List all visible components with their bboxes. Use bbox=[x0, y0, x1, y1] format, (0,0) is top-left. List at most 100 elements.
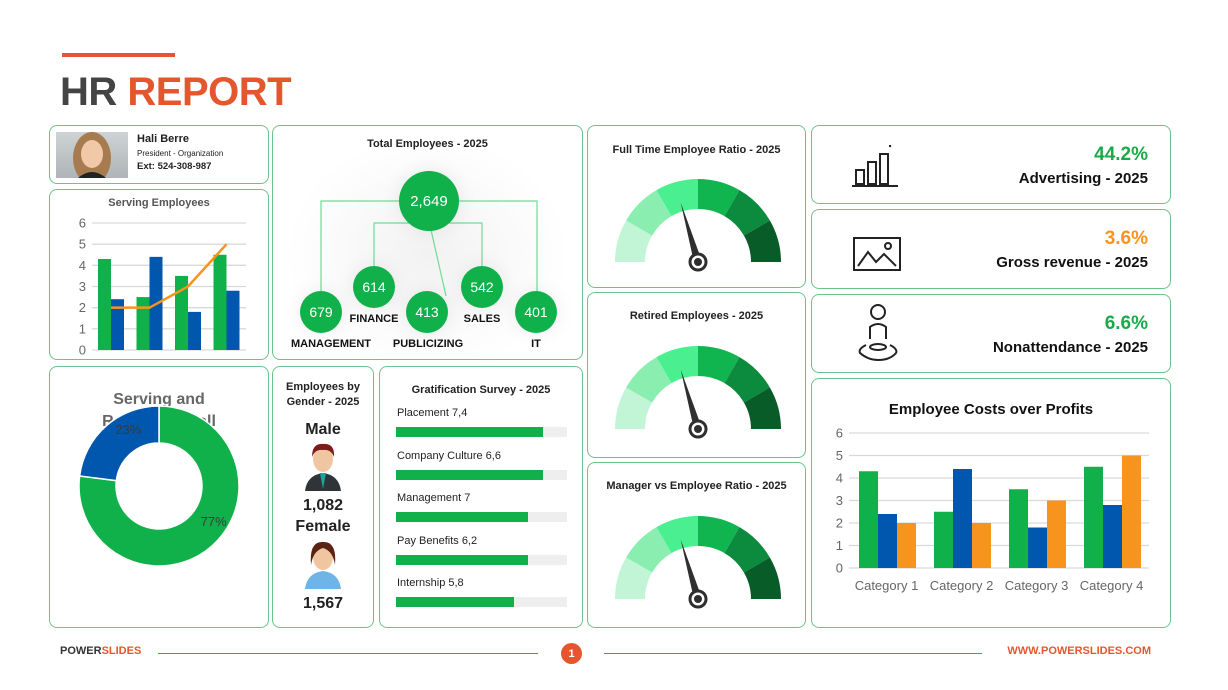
female-avatar-icon bbox=[305, 541, 341, 589]
title-report: REPORT bbox=[127, 70, 292, 114]
employee-costs-chart: 0 1 2 3 4 5 6 Category 1 Category 2 Category 3 Cat… bbox=[836, 426, 1149, 593]
y-tick-label: 1 bbox=[836, 538, 843, 553]
bar-chart-icon bbox=[852, 145, 898, 187]
dept-node-publicizing: 413 bbox=[406, 291, 448, 333]
survey-item-fill bbox=[396, 554, 528, 565]
dept-node-it: 401 bbox=[515, 291, 557, 333]
profile-photo bbox=[56, 132, 128, 178]
survey-item-label: Placement 7,4 bbox=[397, 407, 468, 419]
kpi-value: 3.6% bbox=[1104, 228, 1148, 249]
gender-card: Employees by Gender - 2025 Male 1,082 Fe… bbox=[272, 366, 374, 628]
survey-item-label: Internship 5,8 bbox=[397, 577, 464, 589]
bar bbox=[1084, 466, 1103, 568]
y-tick-label: 4 bbox=[79, 258, 86, 273]
survey-item-track bbox=[396, 597, 567, 607]
dept-label-publicizing: PUBLICIZING bbox=[392, 338, 464, 350]
y-tick-label: 1 bbox=[79, 321, 86, 336]
donut-label: 23% bbox=[115, 422, 141, 437]
kpi-value: 6.6% bbox=[1104, 313, 1148, 334]
gender-title-line2: Gender - 2025 bbox=[286, 396, 360, 408]
image-icon bbox=[853, 237, 901, 271]
kpi-gross-revenue: 3.6% Gross revenue - 2025 bbox=[811, 209, 1171, 289]
y-tick-label: 3 bbox=[79, 279, 86, 294]
title-hr: HR bbox=[60, 70, 117, 114]
employee-costs-card: Employee Costs over Profits 0 1 2 3 4 5 6 Categ… bbox=[811, 378, 1171, 628]
dept-node-management: 679 bbox=[300, 291, 342, 333]
male-label: Male bbox=[305, 421, 341, 438]
bar bbox=[1028, 527, 1047, 568]
survey-item-label: Management 7 bbox=[397, 492, 471, 504]
gauge-full-time bbox=[615, 179, 781, 272]
bar bbox=[213, 254, 227, 350]
kpi-label: Nonattendance - 2025 bbox=[992, 339, 1148, 356]
bar bbox=[934, 511, 953, 568]
y-tick-label: 0 bbox=[836, 561, 843, 576]
gauge-pivot bbox=[694, 595, 702, 603]
kpi-label: Gross revenue - 2025 bbox=[996, 254, 1148, 271]
gauge-pivot bbox=[694, 425, 702, 433]
donut-slice bbox=[78, 405, 160, 482]
gauge-retired bbox=[615, 346, 781, 439]
x-tick-label: Category 2 bbox=[930, 578, 994, 593]
profile-card: Hali Berre President - Organization Ext:… bbox=[49, 125, 269, 184]
bar bbox=[897, 523, 916, 568]
kpi-value: 44.2% bbox=[1094, 144, 1148, 165]
y-tick-label: 4 bbox=[836, 471, 843, 486]
gratification-survey-card: Gratification Survey - 2025 Placement 7,… bbox=[379, 366, 583, 628]
gender-title-line1: Employees by bbox=[286, 381, 360, 393]
profile-role: President - Organization bbox=[137, 149, 224, 158]
survey-item-track bbox=[396, 512, 567, 522]
serving-employees-card: Serving Employees 0123456 bbox=[49, 189, 269, 360]
total-node: 2,649 bbox=[399, 171, 459, 231]
gauge-card-manager: Manager vs Employee Ratio - 2025 bbox=[587, 462, 806, 628]
dept-label-sales: SALES bbox=[463, 313, 501, 325]
survey-item-fill bbox=[396, 469, 544, 480]
title-accent-bar bbox=[62, 53, 175, 57]
y-tick-label: 5 bbox=[836, 448, 843, 463]
y-tick-label: 2 bbox=[836, 516, 843, 531]
line-series bbox=[111, 243, 228, 309]
profile-ext: Ext: 524-308-987 bbox=[137, 161, 212, 172]
y-tick-label: 3 bbox=[836, 493, 843, 508]
gauge-pivot bbox=[694, 258, 702, 266]
donut-label: 77% bbox=[201, 514, 227, 529]
bar bbox=[98, 258, 111, 350]
footer-line-right bbox=[604, 653, 982, 654]
female-count: 1,567 bbox=[302, 595, 344, 612]
footer-line-left bbox=[158, 653, 538, 654]
total-employees-card: Total Employees - 2025 2,649 679 614 413… bbox=[272, 125, 583, 360]
gender-title: Employees by Gender - 2025 bbox=[273, 380, 373, 410]
bar bbox=[226, 290, 240, 350]
y-tick-label: 6 bbox=[79, 216, 86, 231]
y-tick-label: 0 bbox=[79, 343, 86, 358]
bar bbox=[136, 297, 150, 350]
page-title: HR REPORT bbox=[60, 70, 292, 115]
bar bbox=[953, 469, 972, 568]
y-tick-label: 2 bbox=[79, 300, 86, 315]
x-tick-label: Category 1 bbox=[855, 578, 919, 593]
person-location-icon bbox=[858, 304, 898, 362]
x-tick-label: Category 4 bbox=[1080, 578, 1144, 593]
page-number: 1 bbox=[561, 643, 582, 664]
survey-item-fill bbox=[396, 512, 528, 522]
bar bbox=[188, 311, 201, 350]
bar bbox=[972, 523, 991, 568]
bar bbox=[1009, 489, 1028, 568]
male-count: 1,082 bbox=[302, 497, 344, 514]
brand-slides: SLIDES bbox=[101, 645, 142, 657]
survey-item-track bbox=[396, 554, 567, 565]
serving-retired-card: Serving and Retired Overall 77%23% bbox=[49, 366, 269, 628]
dept-node-sales: 542 bbox=[461, 266, 503, 308]
survey-item-fill bbox=[396, 427, 544, 437]
survey-item-label: Company Culture 6,6 bbox=[397, 449, 501, 462]
donut-chart: 77% 23% bbox=[78, 405, 240, 567]
serving-employees-chart: 0 1 2 3 4 5 6 bbox=[79, 216, 246, 358]
gauge-card-retired: Retired Employees - 2025 bbox=[587, 292, 806, 458]
y-tick-label: 5 bbox=[79, 237, 86, 252]
bar bbox=[1122, 455, 1141, 568]
brand-power: POWER bbox=[60, 645, 102, 657]
footer-url[interactable]: WWW.POWERSLIDES.COM bbox=[1007, 645, 1151, 657]
y-tick-label: 6 bbox=[836, 426, 843, 441]
survey-title: Gratification Survey - 2025 bbox=[411, 384, 551, 396]
bar bbox=[1103, 505, 1122, 568]
